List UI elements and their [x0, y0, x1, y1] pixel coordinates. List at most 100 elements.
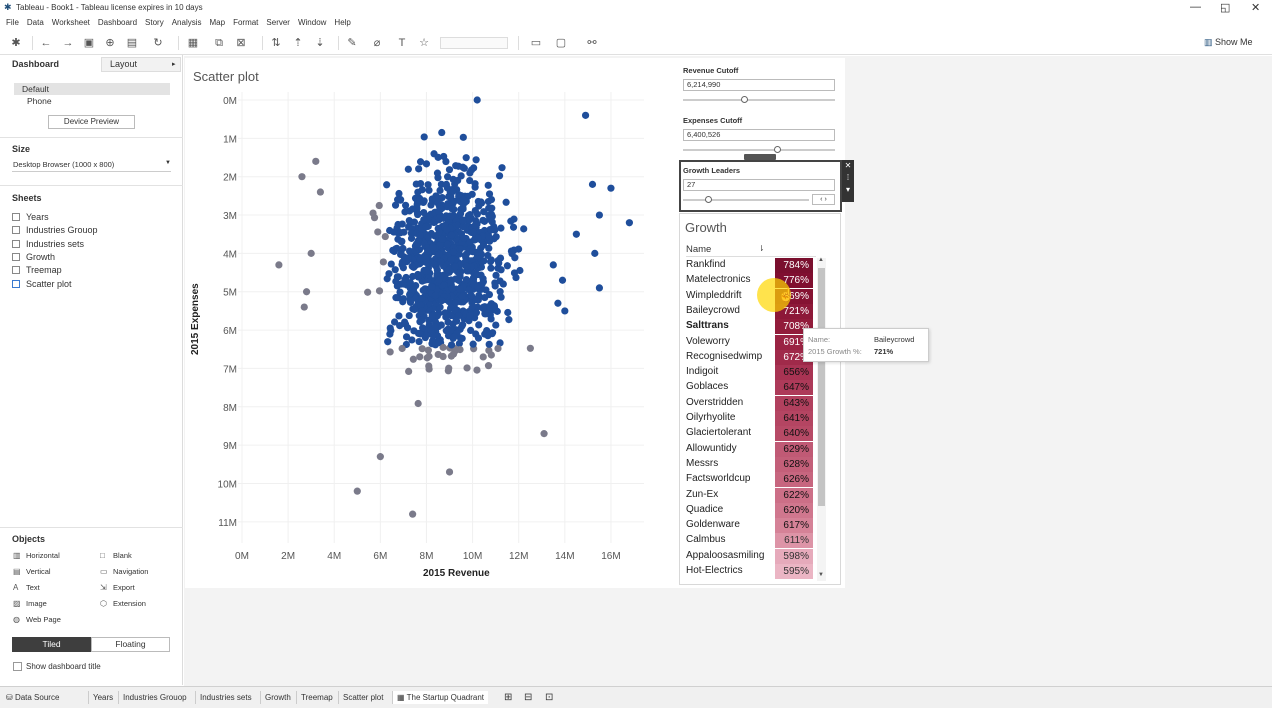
sheet-treemap[interactable]: Treemap [12, 265, 62, 275]
tab-industries-sets[interactable]: Industries sets [195, 691, 252, 704]
object-text[interactable]: A Text [13, 583, 40, 592]
growth-row[interactable]: Calmbus 611% [686, 533, 820, 549]
redo-icon[interactable]: → [62, 37, 74, 49]
close-container-icon[interactable]: ✕ [845, 161, 852, 170]
new-worksheet-tab-icon[interactable]: ⊞ [504, 691, 512, 704]
sheet-scatter-plot[interactable]: Scatter plot [12, 279, 72, 289]
menu-data[interactable]: Data [27, 16, 44, 30]
sheet-industries-sets[interactable]: Industries sets [12, 239, 84, 249]
show-me-button[interactable]: ▥ Show Me [1204, 37, 1253, 48]
growth-row[interactable]: Rankfind 784% [686, 258, 820, 273]
minimize-button[interactable]: — [1190, 1, 1201, 13]
step-buttons[interactable]: ‹ › [812, 194, 835, 205]
growth-row[interactable]: Baileycrowd 721% [686, 303, 820, 319]
menu-map[interactable]: Map [210, 16, 226, 30]
step-left-icon[interactable]: ‹ [820, 196, 822, 203]
pause-updates-icon[interactable]: ▤ [126, 37, 138, 49]
growth-row[interactable]: Voleworry 691% [686, 334, 820, 350]
growth-row[interactable]: Allowuntidy 629% [686, 441, 820, 457]
tab-treemap[interactable]: Treemap [296, 691, 333, 704]
growth-leaders-input[interactable]: 27 [683, 179, 835, 191]
sort-asc-icon[interactable]: ⇡ [292, 37, 304, 49]
menu-format[interactable]: Format [233, 16, 258, 30]
menu-help[interactable]: Help [334, 16, 350, 30]
share-icon[interactable]: ⚯ [586, 37, 598, 49]
object-navigation[interactable]: ▭ Navigation [100, 567, 148, 576]
restore-button[interactable]: ◱ [1220, 1, 1230, 14]
sort-desc-icon[interactable]: ⇣ [314, 37, 326, 49]
tab-industries-grouop[interactable]: Industries Grouop [118, 691, 187, 704]
show-title-checkbox[interactable] [13, 662, 22, 671]
expenses-slider-track[interactable] [683, 149, 835, 151]
tab-layout[interactable]: Layout [110, 57, 137, 72]
clear-icon[interactable]: ⊠ [235, 37, 247, 49]
growth-row[interactable]: Indigoit 656% [686, 365, 820, 381]
scroll-up-icon[interactable]: ▲ [818, 257, 824, 263]
object-vertical[interactable]: ▤ Vertical [13, 567, 51, 576]
floating-button[interactable]: Floating [91, 637, 170, 652]
object-extension[interactable]: ⬡ Extension [100, 599, 146, 608]
group-icon[interactable]: ⌀ [371, 37, 383, 49]
growth-row[interactable]: Matelectronics 776% [686, 273, 820, 289]
move-icon[interactable]: ⁞ [847, 173, 849, 182]
revenue-slider-track[interactable] [683, 99, 835, 101]
sheet-industries-grouop[interactable]: Industries Grouop [12, 225, 98, 235]
object-export[interactable]: ⇲ Export [100, 583, 135, 592]
tab-startup-quadrant[interactable]: ▦ The Startup Quadrant [392, 691, 489, 704]
size-select[interactable]: Desktop Browser (1000 x 800) [13, 160, 114, 169]
tab-growth[interactable]: Growth [260, 691, 291, 704]
close-window-button[interactable]: ✕ [1251, 1, 1260, 14]
tab-data-source[interactable]: ⛁ Data Source [6, 691, 59, 704]
device-default[interactable]: Default [22, 84, 49, 94]
growth-row[interactable]: Oilyrhyolite 641% [686, 411, 820, 426]
growth-row[interactable]: Factsworldcup 626% [686, 472, 820, 488]
swap-icon[interactable]: ⇅ [270, 37, 282, 49]
refresh-icon[interactable]: ↻ [152, 37, 164, 49]
menu-server[interactable]: Server [266, 16, 290, 30]
growth-row[interactable]: Quadice 620% [686, 502, 820, 518]
fit-dropdown[interactable] [440, 37, 508, 49]
growth-row[interactable]: Recognisedwimp 672% [686, 349, 820, 365]
growth-row[interactable]: Goblaces 647% [686, 380, 820, 396]
device-preview-button[interactable]: Device Preview [48, 115, 135, 129]
menu-dashboard[interactable]: Dashboard [98, 16, 137, 30]
tab-scatter-plot[interactable]: Scatter plot [338, 691, 383, 704]
menu-file[interactable]: File [6, 16, 19, 30]
tableau-home-icon[interactable]: ✱ [10, 37, 22, 49]
container-toolbar[interactable]: ✕ ⁞ ▾ [842, 160, 854, 202]
sheet-years[interactable]: Years [12, 212, 49, 222]
new-dashboard-tab-icon[interactable]: ⊟ [524, 691, 532, 704]
new-datasource-icon[interactable]: ⊕ [104, 37, 116, 49]
growth-leaders-slider-track[interactable] [683, 199, 809, 201]
object-image[interactable]: ▨ Image [13, 599, 47, 608]
growth-row[interactable]: Hot-Electrics 595% [686, 564, 820, 579]
step-right-icon[interactable]: › [824, 196, 826, 203]
object-horizontal[interactable]: ▥ Horizontal [13, 551, 60, 560]
revenue-slider-knob[interactable] [740, 96, 748, 103]
object-blank[interactable]: □ Blank [100, 551, 132, 560]
show-cards-icon[interactable]: ▭ [530, 37, 542, 49]
growth-row[interactable]: Appaloosasmiling 598% [686, 548, 820, 564]
revenue-cutoff-input[interactable]: 6,214,990 [683, 79, 835, 91]
undo-icon[interactable]: ← [40, 37, 52, 49]
growth-row[interactable]: Messrs 628% [686, 456, 820, 472]
growth-row[interactable]: Glaciertolerant 640% [686, 426, 820, 442]
menu-worksheet[interactable]: Worksheet [52, 16, 90, 30]
more-options-icon[interactable]: ▾ [846, 185, 850, 194]
growth-row[interactable]: Goldenware 617% [686, 518, 820, 534]
sheet-growth[interactable]: Growth [12, 252, 55, 262]
tiled-button[interactable]: Tiled [12, 637, 91, 652]
new-worksheet-icon[interactable]: ▦ [187, 37, 199, 49]
duplicate-icon[interactable]: ⧉ [213, 37, 225, 49]
growth-row[interactable]: Salttrans 708% [686, 319, 820, 335]
pin-icon[interactable]: ☆ [418, 37, 430, 49]
menu-analysis[interactable]: Analysis [172, 16, 202, 30]
scrollbar-thumb[interactable] [818, 268, 825, 506]
presentation-icon[interactable]: ▢ [555, 37, 567, 49]
tab-years[interactable]: Years [88, 691, 113, 704]
highlight-icon[interactable]: ✎ [346, 37, 358, 49]
device-phone[interactable]: Phone [27, 96, 52, 106]
save-icon[interactable]: ▣ [83, 37, 95, 49]
menu-window[interactable]: Window [298, 16, 326, 30]
tab-dashboard[interactable]: Dashboard [12, 57, 59, 72]
